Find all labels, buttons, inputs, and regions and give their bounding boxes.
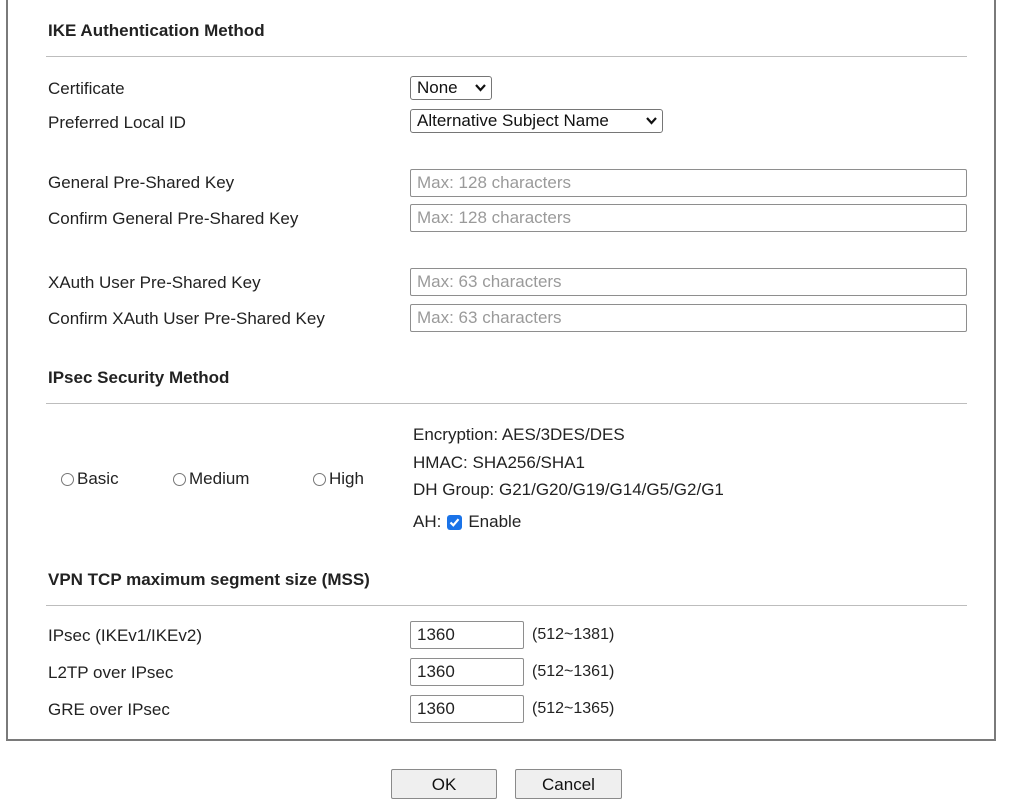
radio-medium-label: Medium <box>189 469 250 488</box>
preferred-local-id-select-value: Alternative Subject Name <box>417 111 609 130</box>
preferred-local-id-label: Preferred Local ID <box>48 113 186 132</box>
confirm-xauth-psk-input[interactable] <box>410 304 967 332</box>
mss-section-title: VPN TCP maximum segment size (MSS) <box>48 570 370 589</box>
mss-gre-range: (512~1365) <box>532 700 615 717</box>
chevron-down-icon <box>646 117 657 125</box>
general-psk-label: General Pre-Shared Key <box>48 173 235 192</box>
ah-label: AH: <box>413 512 442 531</box>
mss-gre-input[interactable] <box>410 695 524 723</box>
ipsec-section-title: IPsec Security Method <box>48 368 230 387</box>
general-psk-input[interactable] <box>410 169 967 197</box>
chevron-down-icon <box>475 84 486 92</box>
radio-high-label: High <box>329 469 364 488</box>
ok-button[interactable]: OK <box>391 769 497 799</box>
radio-circle[interactable] <box>173 472 186 486</box>
dh-group-info: DH Group: G21/G20/G19/G14/G5/G2/G1 <box>413 480 724 499</box>
radio-basic-label: Basic <box>77 469 119 488</box>
xauth-psk-label: XAuth User Pre-Shared Key <box>48 273 261 292</box>
radio-circle[interactable] <box>61 472 74 486</box>
certificate-select-value: None <box>417 78 458 97</box>
ike-section-title: IKE Authentication Method <box>48 21 265 40</box>
check-icon <box>450 517 460 527</box>
hmac-info: HMAC: SHA256/SHA1 <box>413 453 585 472</box>
confirm-xauth-psk-label: Confirm XAuth User Pre-Shared Key <box>48 309 325 328</box>
mss-ipsec-range: (512~1381) <box>532 626 615 643</box>
mss-l2tp-input[interactable] <box>410 658 524 686</box>
mss-divider <box>46 605 967 606</box>
encryption-info: Encryption: AES/3DES/DES <box>413 425 625 444</box>
ipsec-divider <box>46 403 967 404</box>
mss-ipsec-label: IPsec (IKEv1/IKEv2) <box>48 626 202 645</box>
preferred-local-id-select[interactable]: Alternative Subject Name <box>410 109 663 133</box>
radio-high[interactable]: High <box>313 469 364 489</box>
cancel-button[interactable]: Cancel <box>515 769 622 799</box>
radio-medium[interactable]: Medium <box>173 469 249 489</box>
ah-row: AH: Enable <box>413 512 521 532</box>
xauth-psk-input[interactable] <box>410 268 967 296</box>
certificate-label: Certificate <box>48 79 125 98</box>
radio-basic[interactable]: Basic <box>61 469 119 489</box>
confirm-general-psk-label: Confirm General Pre-Shared Key <box>48 209 299 228</box>
certificate-select[interactable]: None <box>410 76 492 100</box>
confirm-general-psk-input[interactable] <box>410 204 967 232</box>
mss-l2tp-range: (512~1361) <box>532 663 615 680</box>
settings-panel: IKE Authentication Method Certificate No… <box>6 0 996 741</box>
ike-divider <box>46 56 967 57</box>
ah-enable-checkbox[interactable] <box>447 514 463 530</box>
ah-enable-label: Enable <box>468 512 522 531</box>
mss-gre-label: GRE over IPsec <box>48 700 170 719</box>
mss-ipsec-input[interactable] <box>410 621 524 649</box>
mss-l2tp-label: L2TP over IPsec <box>48 663 174 682</box>
radio-circle[interactable] <box>313 472 326 486</box>
